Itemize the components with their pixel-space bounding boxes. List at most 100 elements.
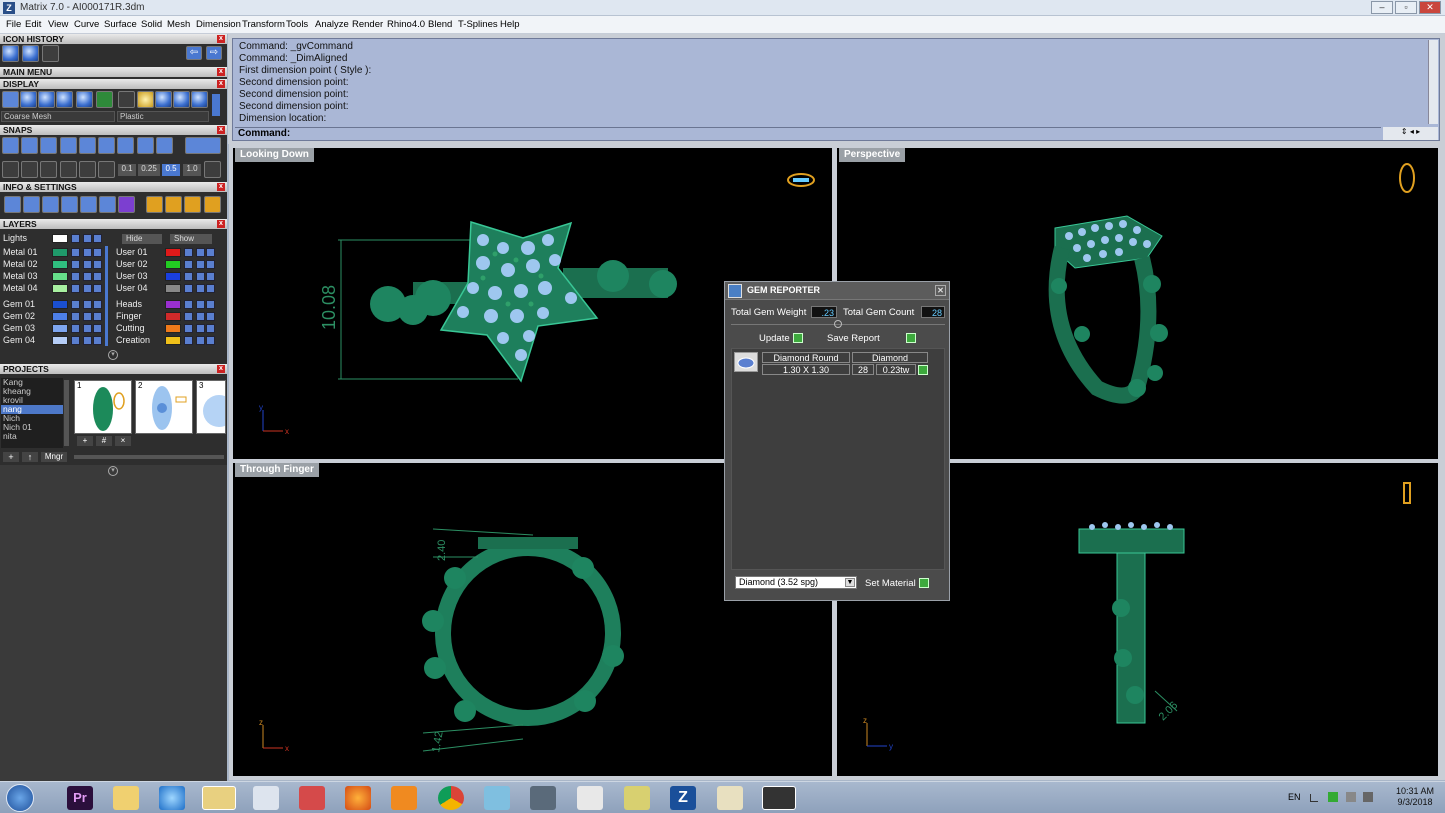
close-icon[interactable]: x xyxy=(217,68,225,76)
close-button[interactable]: ✕ xyxy=(1419,1,1441,14)
firefox-icon[interactable] xyxy=(345,786,371,810)
layer-row[interactable]: Gem 01 xyxy=(3,299,103,310)
project-thumb-2[interactable]: 2 xyxy=(135,380,193,434)
zbrush-icon[interactable] xyxy=(577,786,603,810)
layer-lock[interactable] xyxy=(184,300,193,309)
menu-solid[interactable]: Solid xyxy=(141,19,162,30)
layer-lock[interactable] xyxy=(184,272,193,281)
layer-row[interactable]: Heads xyxy=(116,299,216,310)
layer-row[interactable]: User 01 xyxy=(116,247,216,258)
layer-visible[interactable] xyxy=(83,260,92,269)
menu-surface[interactable]: Surface xyxy=(104,19,137,30)
info-tool-10-icon[interactable] xyxy=(184,196,201,213)
eraser-icon[interactable] xyxy=(484,786,510,810)
render-icon[interactable] xyxy=(76,91,93,108)
snap-tool-5-icon[interactable] xyxy=(79,161,96,178)
snap-int-icon[interactable] xyxy=(40,137,57,154)
layer-color-swatch[interactable] xyxy=(165,300,181,309)
menu-render[interactable]: Render xyxy=(352,19,383,30)
layer-lock[interactable] xyxy=(71,336,80,345)
display-slider[interactable] xyxy=(212,94,220,116)
history-icon-1[interactable] xyxy=(2,45,19,62)
minimize-button[interactable]: – xyxy=(1371,1,1393,14)
project-thumb-1[interactable]: 1 xyxy=(74,380,132,434)
close-icon[interactable]: x xyxy=(217,35,225,43)
snap-circle-icon[interactable] xyxy=(117,137,134,154)
menu-analyze[interactable]: Analyze xyxy=(315,19,349,30)
layer-row[interactable]: Metal 03 xyxy=(3,271,103,282)
project-list[interactable]: Kang kheang krovil nang Nich Nich 01 nit… xyxy=(1,378,63,448)
chevron-down-icon[interactable]: ▼ xyxy=(845,578,855,587)
layer-color-swatch[interactable] xyxy=(52,260,68,269)
thumb-add-icon[interactable]: + xyxy=(77,436,93,446)
layer-row[interactable]: Metal 01 xyxy=(3,247,103,258)
layer-select[interactable] xyxy=(206,284,215,293)
layer-lock[interactable] xyxy=(71,260,80,269)
matrix-icon[interactable]: Z xyxy=(670,786,696,810)
layer-select[interactable] xyxy=(93,300,102,309)
layer-visible[interactable] xyxy=(83,284,92,293)
close-icon[interactable]: x xyxy=(217,126,225,134)
info-tool-4-icon[interactable] xyxy=(61,196,78,213)
snap-end-icon[interactable] xyxy=(156,137,173,154)
volume-icon[interactable] xyxy=(1363,792,1373,802)
layer-color-swatch[interactable] xyxy=(52,272,68,281)
wireframe-icon[interactable] xyxy=(2,91,19,108)
layer-select[interactable] xyxy=(206,312,215,321)
add-project-icon[interactable]: + xyxy=(3,452,19,462)
menu-dimension[interactable]: Dimension xyxy=(196,19,241,30)
blue-sphere-icon[interactable] xyxy=(173,91,190,108)
layer-visible[interactable] xyxy=(196,300,205,309)
render-sphere-2-icon[interactable] xyxy=(56,91,73,108)
lights-select[interactable] xyxy=(93,234,102,243)
arrow-left-icon[interactable]: ⇦ xyxy=(186,46,202,60)
gem-reporter-header[interactable]: GEM REPORTER ✕ xyxy=(725,282,949,300)
layer-lock[interactable] xyxy=(184,260,193,269)
layer-select[interactable] xyxy=(93,272,102,281)
snap-value-01[interactable]: 0.1 xyxy=(118,164,136,176)
arrow-right-icon[interactable]: ⇨ xyxy=(206,46,222,60)
menu-edit[interactable]: Edit xyxy=(25,19,41,30)
layer-select[interactable] xyxy=(93,336,102,345)
play-icon[interactable] xyxy=(918,365,928,375)
layer-select[interactable] xyxy=(206,272,215,281)
layer-lock[interactable] xyxy=(71,324,80,333)
layer-select[interactable] xyxy=(206,248,215,257)
layer-color-swatch[interactable] xyxy=(165,312,181,321)
info-tool-5-icon[interactable] xyxy=(80,196,97,213)
layer-row[interactable]: User 03 xyxy=(116,271,216,282)
snap-tool-2-icon[interactable] xyxy=(21,161,38,178)
layer-lock[interactable] xyxy=(71,300,80,309)
tray-arrow-icon[interactable] xyxy=(1310,794,1318,802)
layer-visible[interactable] xyxy=(83,300,92,309)
layer-lock[interactable] xyxy=(71,312,80,321)
layer-lock[interactable] xyxy=(184,324,193,333)
layer-visible[interactable] xyxy=(196,272,205,281)
snap-value-05[interactable]: 0.5 xyxy=(162,164,180,176)
layer-row[interactable]: Metal 02 xyxy=(3,259,103,270)
capture-icon[interactable] xyxy=(762,786,796,810)
manager-button[interactable]: Mngr xyxy=(41,452,67,462)
expand-icon[interactable]: ▾ xyxy=(108,350,118,360)
menu-curve[interactable]: Curve xyxy=(74,19,99,30)
close-icon[interactable]: ✕ xyxy=(935,285,946,296)
menu-mesh[interactable]: Mesh xyxy=(167,19,190,30)
project-thumb-3[interactable]: 3 xyxy=(196,380,235,434)
command-scrollbar[interactable] xyxy=(1428,40,1438,124)
layer-visible[interactable] xyxy=(83,272,92,281)
layer-select[interactable] xyxy=(93,284,102,293)
project-scrollbar[interactable] xyxy=(64,380,69,446)
info-tool-6-icon[interactable] xyxy=(99,196,116,213)
snap-tool-6-icon[interactable] xyxy=(98,161,115,178)
close-icon[interactable]: x xyxy=(217,365,225,373)
layer-select[interactable] xyxy=(206,260,215,269)
language-indicator[interactable]: EN xyxy=(1288,792,1301,802)
info-tool-7-icon[interactable] xyxy=(118,196,135,213)
expand-icon[interactable]: ▾ xyxy=(108,466,118,476)
snap-grid-icon[interactable] xyxy=(2,137,19,154)
layer-row[interactable]: Gem 03 xyxy=(3,323,103,334)
flag-icon[interactable] xyxy=(1328,792,1338,802)
layer-row[interactable]: User 02 xyxy=(116,259,216,270)
menu-rhino[interactable]: Rhino4.0 xyxy=(387,19,425,30)
layer-color-swatch[interactable] xyxy=(165,284,181,293)
